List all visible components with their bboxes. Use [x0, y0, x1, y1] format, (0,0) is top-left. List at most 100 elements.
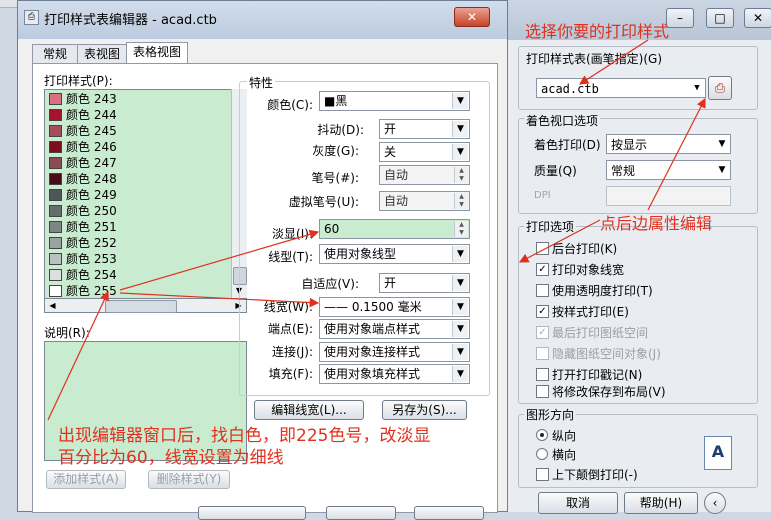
list-item[interactable]: 颜色 255 [45, 283, 235, 298]
color-swatch-icon [49, 205, 62, 217]
option-label: 按样式打印(E) [552, 305, 629, 319]
close-button[interactable]: ✕ [744, 8, 771, 28]
chevron-down-icon: ▼ [452, 299, 468, 315]
color-value: ■黑 [324, 94, 348, 108]
help-button[interactable] [414, 506, 484, 520]
portrait-label: 纵向 [552, 429, 577, 443]
checkbox[interactable]: ✓ [536, 305, 549, 318]
list-item[interactable]: 颜色 252 [45, 235, 235, 251]
color-swatch-icon [49, 141, 62, 153]
list-item[interactable]: 颜色 243 [45, 91, 235, 107]
list-item[interactable]: 颜色 247 [45, 155, 235, 171]
color-swatch-icon [49, 157, 62, 169]
cancel-button[interactable] [326, 506, 396, 520]
tab-general[interactable]: 常规 [32, 44, 78, 64]
list-item[interactable]: 颜色 250 [45, 203, 235, 219]
shade-plot-select[interactable]: 按显示 ▼ [606, 134, 731, 154]
pen-number-field[interactable]: 自动 ▲ ▼ [379, 165, 470, 185]
plot-styles-label: 打印样式(P): [44, 74, 113, 88]
checkbox[interactable] [536, 284, 549, 297]
chevron-down-icon: ▼ [452, 321, 468, 337]
end-style-select[interactable]: 使用对象端点样式 ▼ [319, 319, 470, 339]
help-button[interactable]: 帮助(H) [624, 492, 698, 514]
lineweight-select[interactable]: —— 0.1500 毫米 ▼ [319, 297, 470, 317]
adaptive-select[interactable]: 开 ▼ [379, 273, 470, 293]
color-select[interactable]: ■黑 ▼ [319, 91, 470, 111]
fill-style-select[interactable]: 使用对象填充样式 ▼ [319, 364, 470, 384]
dither-label: 抖动(D): [317, 123, 364, 137]
style-table-value: acad.ctb [541, 82, 599, 96]
checkbox[interactable] [536, 242, 549, 255]
color-swatch-icon [49, 253, 62, 265]
plot-options-title: 打印选项 [524, 218, 577, 235]
spinner-icon[interactable]: ▲ ▼ [454, 193, 468, 209]
quality-value: 常规 [611, 164, 636, 178]
spinner-icon[interactable]: ▲ ▼ [454, 167, 468, 183]
grayscale-label: 灰度(G): [312, 144, 359, 158]
list-item[interactable]: 颜色 251 [45, 219, 235, 235]
fill-style-label: 填充(F): [268, 367, 313, 381]
radio-button[interactable] [536, 429, 548, 441]
edit-style-button[interactable]: ⎙ [708, 76, 732, 100]
list-item[interactable]: 颜色 249 [45, 187, 235, 203]
style-table-select[interactable]: acad.ctb ▼ [536, 78, 706, 98]
list-item[interactable]: 颜色 244 [45, 107, 235, 123]
grayscale-value: 关 [384, 145, 397, 159]
list-item-label: 颜色 254 [66, 268, 117, 282]
fill-style-value: 使用对象填充样式 [324, 367, 421, 381]
linetype-select[interactable]: 使用对象线型 ▼ [319, 244, 470, 264]
list-item[interactable]: 颜色 245 [45, 123, 235, 139]
minimize-button[interactable]: – [666, 8, 694, 28]
screening-label: 淡显(I): [272, 227, 313, 241]
option-label: 使用透明度打印(T) [552, 284, 653, 298]
list-horizontal-scrollbar[interactable]: ◀ ▶ [44, 298, 247, 313]
join-style-select[interactable]: 使用对象连接样式 ▼ [319, 342, 470, 362]
checkbox[interactable]: ✓ [536, 263, 549, 276]
lineweight-value: —— 0.1500 毫米 [324, 300, 422, 314]
list-item-label: 颜色 255 [66, 284, 117, 298]
maximize-button[interactable]: □ [706, 8, 734, 28]
chevron-down-icon: ▼ [452, 121, 468, 137]
printer-edit-icon: ⎙ [714, 81, 726, 96]
dither-select[interactable]: 开 ▼ [379, 119, 470, 139]
list-item[interactable]: 颜色 246 [45, 139, 235, 155]
scroll-thumb[interactable] [105, 300, 177, 313]
checkbox[interactable] [536, 368, 549, 381]
list-item[interactable]: 颜色 253 [45, 251, 235, 267]
save-close-button[interactable] [198, 506, 306, 520]
chevron-down-icon: ▼ [694, 83, 700, 93]
cancel-button[interactable]: 取消 [538, 492, 618, 514]
add-style-button[interactable]: 添加样式(A) [46, 470, 126, 489]
virtual-pen-field[interactable]: 自动 ▲ ▼ [379, 191, 470, 211]
screening-field[interactable]: 60 ▲ ▼ [319, 219, 470, 239]
list-item-label: 颜色 243 [66, 92, 117, 106]
list-item[interactable]: 颜色 248 [45, 171, 235, 187]
checkbox: ✓ [536, 326, 549, 339]
quality-select[interactable]: 常规 ▼ [606, 160, 731, 180]
tab-table-view[interactable]: 表视图 [77, 44, 127, 64]
tab-form-view[interactable]: 表格视图 [126, 42, 188, 64]
option-label: 将修改保存到布局(V) [552, 385, 666, 399]
close-button[interactable]: ✕ [454, 7, 490, 27]
grayscale-select[interactable]: 关 ▼ [379, 142, 470, 162]
option-label: 后台打印(K) [552, 242, 618, 256]
adaptive-value: 开 [384, 276, 397, 290]
color-swatch-icon [49, 285, 62, 297]
dpi-label: DPI [534, 190, 551, 201]
save-as-button[interactable]: 另存为(S)... [382, 400, 467, 420]
delete-style-button[interactable]: 删除样式(Y) [148, 470, 230, 489]
scroll-left-icon[interactable]: ◀ [47, 300, 58, 311]
radio-button[interactable] [536, 448, 548, 460]
checkbox[interactable] [536, 468, 549, 481]
spinner-icon[interactable]: ▲ ▼ [454, 221, 468, 237]
dither-value: 开 [384, 122, 397, 136]
lineweight-label: 线宽(W): [263, 300, 313, 314]
edit-lineweights-button[interactable]: 编辑线宽(L)... [254, 400, 364, 420]
list-item-label: 颜色 246 [66, 140, 117, 154]
dpi-field[interactable] [606, 186, 731, 206]
collapse-icon[interactable]: ‹ [704, 492, 726, 514]
list-item[interactable]: 颜色 254 [45, 267, 235, 283]
chevron-down-icon: ▼ [452, 93, 468, 109]
plot-styles-list[interactable]: 颜色 243 颜色 244 颜色 245 颜色 246 颜色 247 颜色 248 颜色 2… [44, 89, 247, 299]
checkbox[interactable] [536, 385, 549, 398]
